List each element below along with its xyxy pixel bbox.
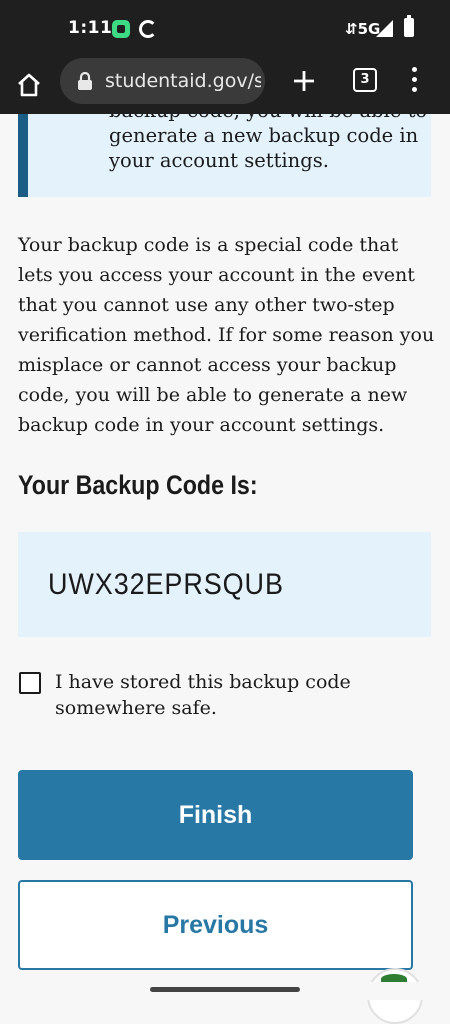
backup-code-value: UWX32EPRSQUB <box>48 568 284 601</box>
battery-icon <box>404 15 414 37</box>
backup-code-heading: Your Backup Code Is: <box>18 470 258 500</box>
tab-switcher-button[interactable]: 3 <box>353 68 377 92</box>
app-notification-icon <box>112 20 130 38</box>
url-bar[interactable]: studentaid.gov/s <box>60 58 265 104</box>
home-icon <box>18 73 40 97</box>
new-tab-button[interactable] <box>291 68 317 94</box>
lock-icon <box>78 72 92 90</box>
finish-button[interactable]: Finish <box>18 770 413 860</box>
backup-code-description: Your backup code is a special code that … <box>18 234 435 436</box>
url-text: studentaid.gov/s <box>105 70 261 92</box>
stored-code-checkbox[interactable] <box>19 672 41 694</box>
info-alert: backup code, you will be able to generat… <box>18 114 431 197</box>
plus-icon <box>294 71 314 91</box>
more-vert-icon[interactable] <box>408 67 420 95</box>
previous-button[interactable]: Previous <box>18 880 413 970</box>
backup-code-box: UWX32EPRSQUB <box>18 532 431 637</box>
sync-icon <box>139 20 157 38</box>
signal-icon <box>376 20 393 37</box>
gesture-handle[interactable] <box>150 987 300 992</box>
home-button[interactable] <box>14 70 44 100</box>
status-bar: 1:11 ⇵5G <box>0 0 450 58</box>
alert-text: backup code, you will be able to generat… <box>109 114 427 172</box>
browser-toolbar: studentaid.gov/s 3 <box>0 58 450 114</box>
stored-code-checkbox-label[interactable]: I have stored this backup code somewhere… <box>55 669 385 721</box>
gesture-nav-bar <box>0 982 450 1000</box>
status-time: 1:11 <box>68 18 113 38</box>
